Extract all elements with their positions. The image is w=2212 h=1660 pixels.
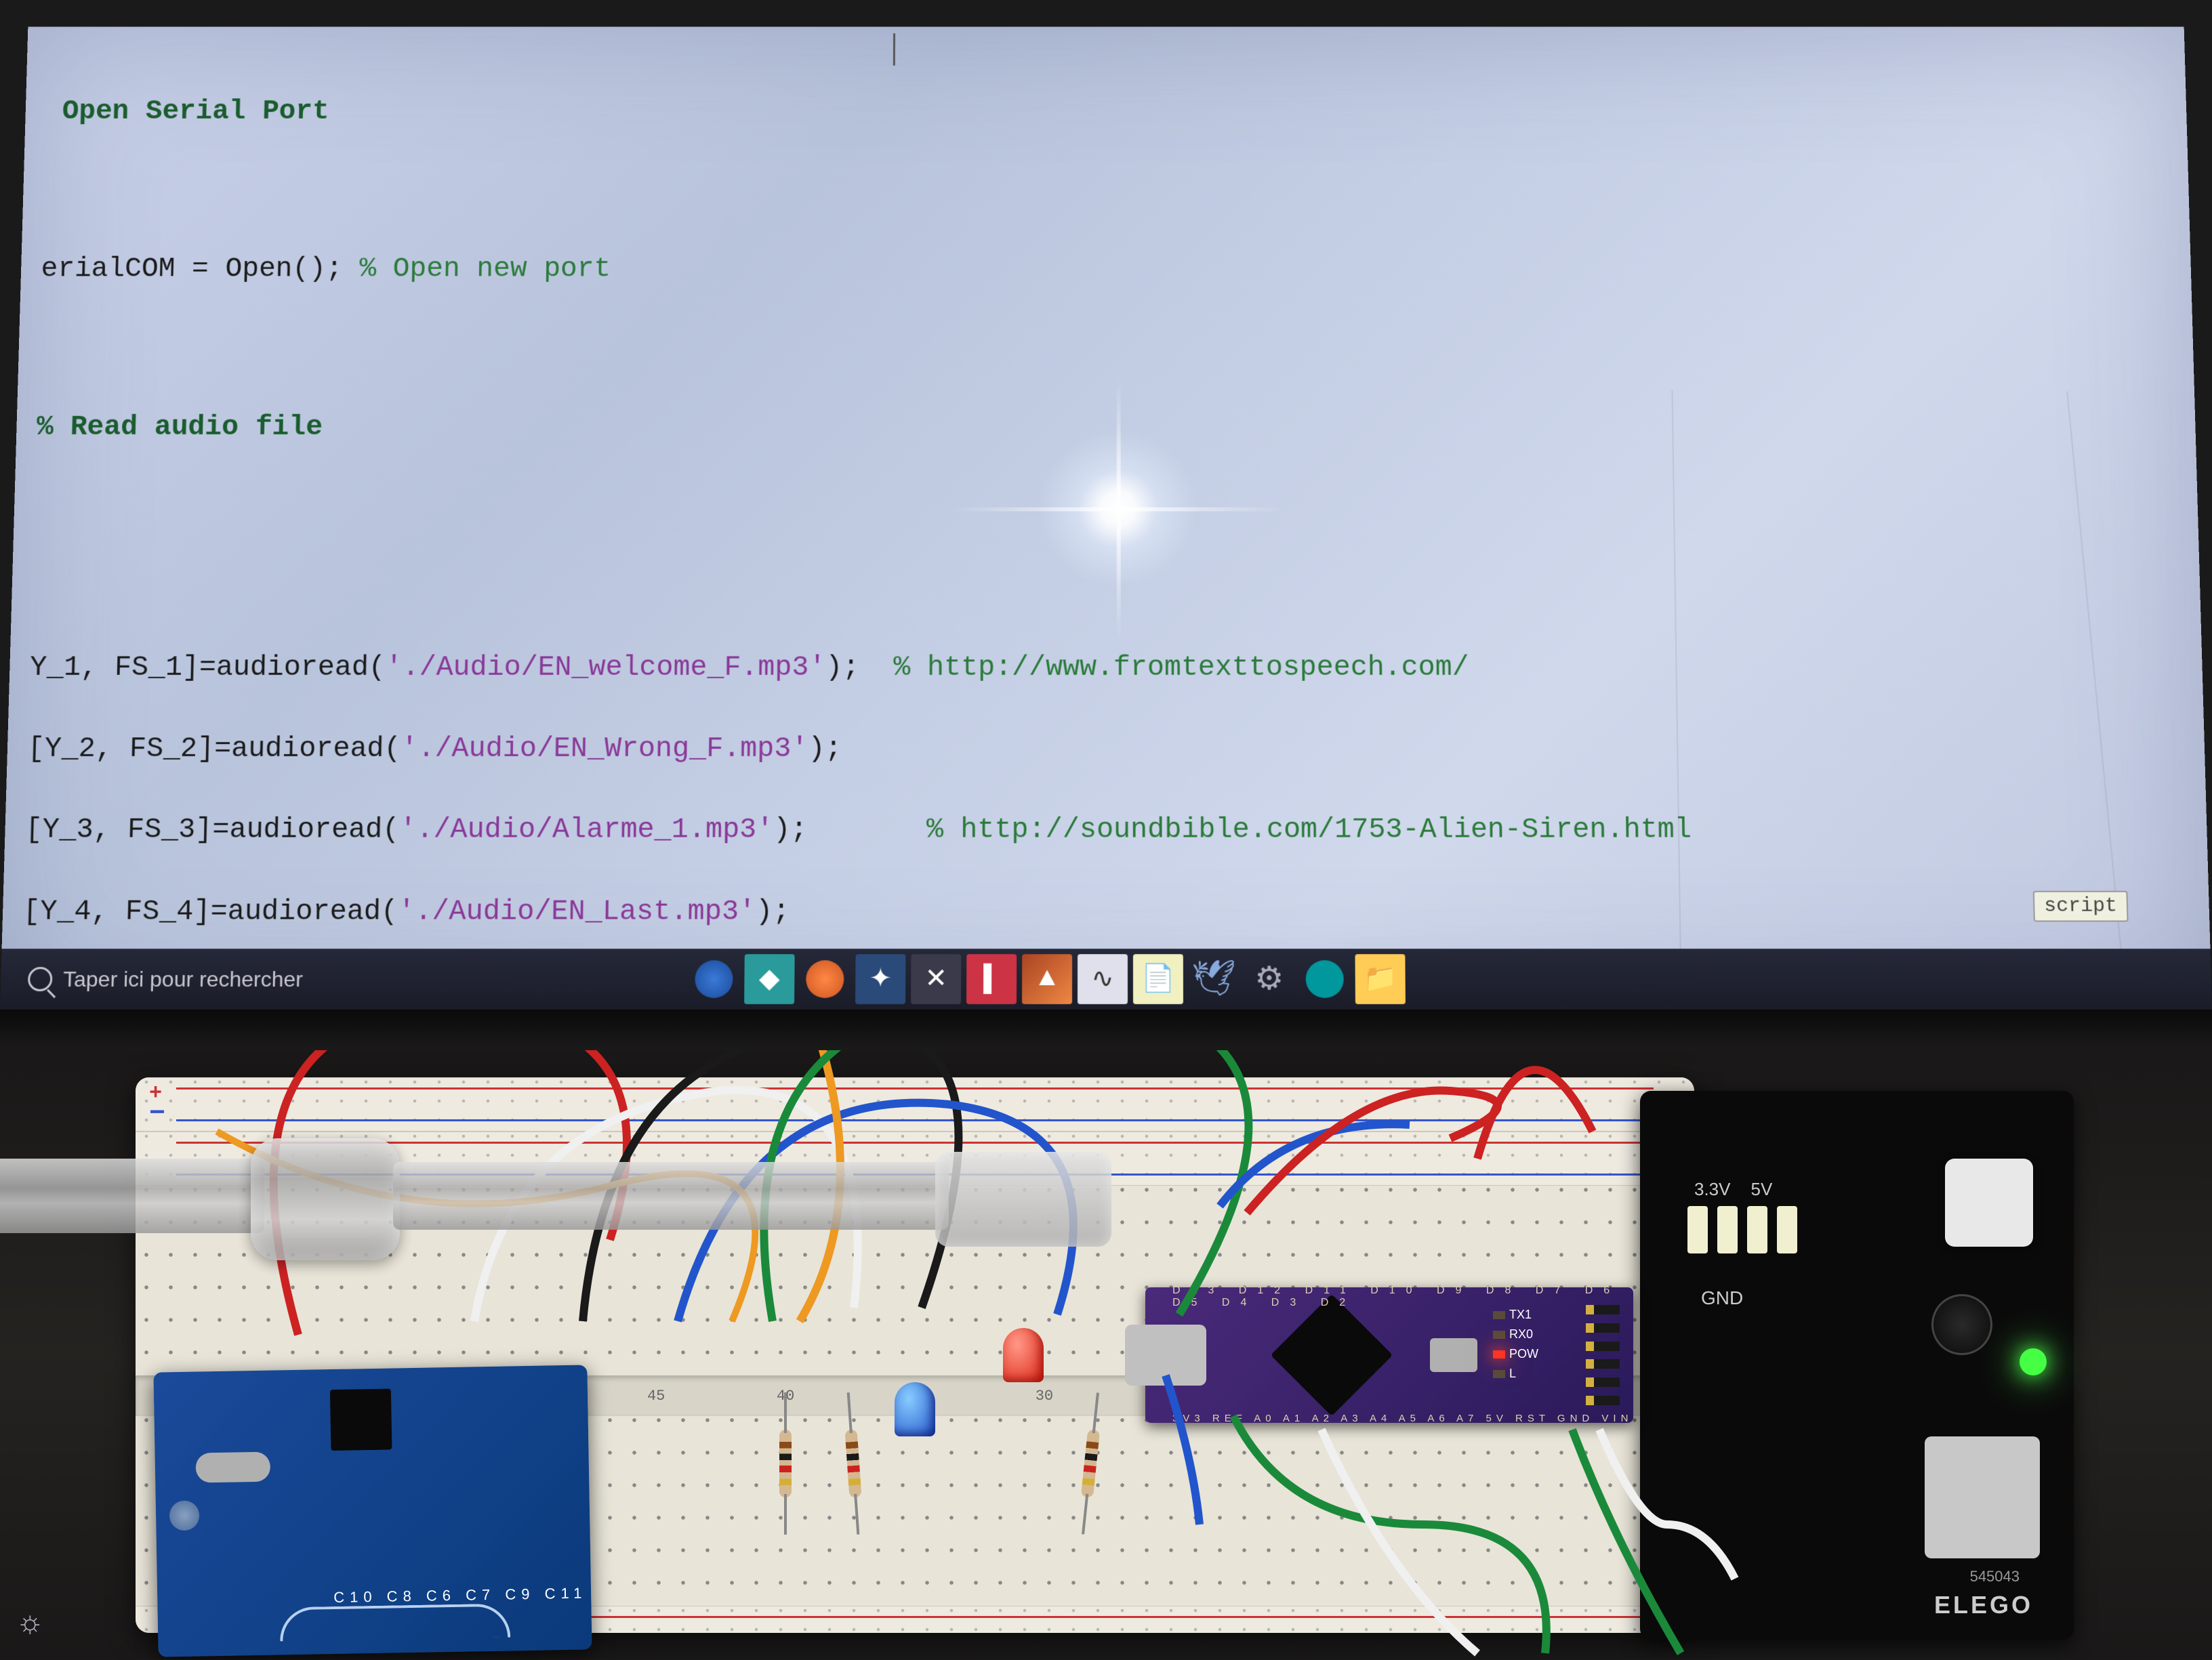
taskbar-app-icon[interactable]: 📄 xyxy=(1133,954,1183,1004)
usb-cable xyxy=(0,1125,745,1260)
taskbar-matlab-icon[interactable]: ▲ xyxy=(1022,954,1072,1004)
script-type-indicator: script xyxy=(2033,891,2129,922)
nano-pin-labels-top: D13 D12 D11 D10 D9 D8 D7 D6 D5 D4 D3 D2 xyxy=(1172,1285,1633,1309)
code-string: './Audio/Alarme_1.mp3' xyxy=(399,814,774,846)
taskbar-arduino-icon[interactable] xyxy=(1300,954,1350,1004)
elego-logo: ELEGO xyxy=(1934,1591,2033,1619)
power-led-on xyxy=(1493,1350,1505,1358)
search-placeholder: Taper ici pour rechercher xyxy=(63,967,304,992)
code-text: erialCOM = Open(); xyxy=(41,253,360,284)
search-icon xyxy=(28,967,53,991)
taskbar-search[interactable]: Taper ici pour rechercher xyxy=(14,967,394,992)
nano-usb-port xyxy=(1125,1325,1206,1386)
taskbar-app-icon[interactable]: ✕ xyxy=(911,954,961,1004)
windows-taskbar: Taper ici pour rechercher ◆ ✦ ✕ ▌ ▲ ∿ 📄 … xyxy=(0,949,2212,1010)
voltage-labels: 3.3V 5V xyxy=(1694,1179,1772,1200)
blue-led xyxy=(895,1382,935,1436)
gnd-label: GND xyxy=(1701,1287,1743,1309)
voltage-jumpers xyxy=(1687,1206,1797,1253)
rfid-mounting-hole xyxy=(169,1500,200,1531)
arduino-nano: D13 D12 D11 D10 D9 D8 D7 D6 D5 D4 D3 D2 … xyxy=(1145,1287,1633,1423)
red-led xyxy=(1003,1328,1044,1382)
ferrite-bead xyxy=(251,1138,400,1260)
rfid-crystal xyxy=(195,1452,270,1483)
text-cursor xyxy=(893,33,895,65)
breadboard-power-supply: 3.3V 5V GND 545043 ELEGO xyxy=(1640,1091,2074,1640)
taskbar-app-icon[interactable]: ◆ xyxy=(744,954,795,1004)
taskbar-app-icon[interactable]: ✦ xyxy=(855,954,905,1004)
code-text: [Y_3, FS_3]=audioread( xyxy=(25,814,400,846)
nano-status-leds: TX1 RX0 POW L xyxy=(1493,1308,1538,1381)
code-text: [Y_2, FS_2]=audioread( xyxy=(27,732,401,764)
brightness-icon xyxy=(20,1606,53,1638)
code-comment: % http://soundbible.com/1753-Alien-Siren… xyxy=(926,814,1692,846)
code-comment: % http://www.fromtexttospeech.com/ xyxy=(893,651,1469,683)
capacitor xyxy=(1931,1294,1992,1355)
code-string: './Audio/EN_welcome_F.mp3' xyxy=(385,651,825,683)
resistor xyxy=(779,1430,792,1497)
taskbar-app-icon[interactable]: 🕊 xyxy=(1189,954,1239,1004)
nano-atmega-chip xyxy=(1271,1294,1393,1416)
brightness-indicator xyxy=(20,1606,53,1638)
usb-mini-plug xyxy=(935,1152,1111,1247)
nano-reset-button xyxy=(1430,1338,1477,1372)
rfid-antenna xyxy=(279,1603,510,1641)
taskbar-explorer-icon[interactable]: 📁 xyxy=(1355,954,1405,1004)
code-string: './Audio/EN_Wrong_F.mp3' xyxy=(401,732,808,764)
nano-pin-labels-bottom: 3V3 REF A0 A1 A2 A3 A4 A5 A6 A7 5V RST G… xyxy=(1172,1413,1633,1424)
code-text: [Y_4, FS_4]=audioread( xyxy=(22,896,398,928)
rfid-rc522-module: C10 C8 C6 C7 C9 C11 xyxy=(153,1365,592,1657)
taskbar-app-icon[interactable] xyxy=(800,954,850,1004)
power-button xyxy=(1945,1159,2033,1247)
power-led-green xyxy=(2020,1348,2047,1375)
usb-a-port xyxy=(1925,1436,2040,1558)
hardware-area: + − 60 55 50 45 40 35 30 25 20 15 10 D13… xyxy=(0,1050,2212,1659)
serial-number: 545043 xyxy=(1970,1568,2020,1585)
taskbar-app-icon[interactable]: ∿ xyxy=(1078,954,1128,1004)
taskbar-app-icon[interactable] xyxy=(689,954,739,1004)
laptop-bezel xyxy=(0,1010,2212,1050)
code-text: Y_1, FS_1]=audioread( xyxy=(29,651,386,683)
laptop-screen: Open Serial Port erialCOM = Open(); % Op… xyxy=(0,27,2212,1010)
taskbar-app-icon[interactable]: ▌ xyxy=(966,954,1017,1004)
power-rail-top: + − xyxy=(136,1077,1694,1132)
taskbar-app-icon[interactable]: ⚙ xyxy=(1244,954,1294,1004)
code-string: './Audio/EN_Last.mp3' xyxy=(398,896,756,928)
code-comment: % Open new port xyxy=(359,253,611,284)
rfid-chip xyxy=(330,1389,392,1451)
nano-pin-header xyxy=(1586,1301,1626,1409)
code-section-header: Open Serial Port xyxy=(62,96,329,127)
rfid-capacitor-labels: C10 C8 C6 C7 C9 C11 xyxy=(333,1585,588,1607)
code-section-header: % Read audio file xyxy=(36,411,323,443)
